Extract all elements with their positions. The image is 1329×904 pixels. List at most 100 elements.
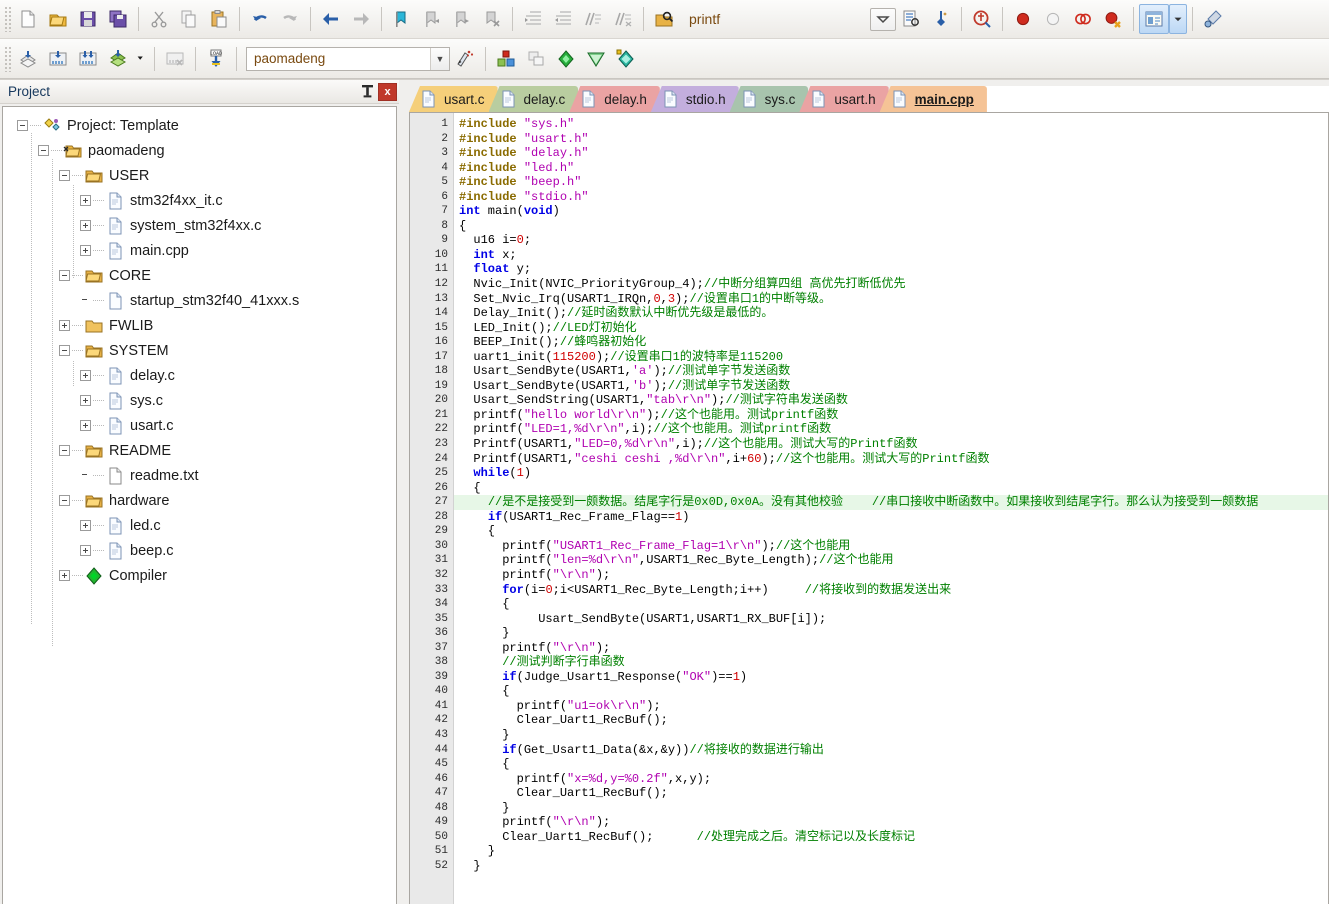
tree-expand-toggle[interactable] (80, 420, 91, 431)
tree-item[interactable]: SYSTEM (3, 338, 396, 363)
manage-run-time-env-button[interactable] (611, 44, 641, 74)
undo-button[interactable] (245, 4, 275, 34)
code-line[interactable]: printf("USART1_Rec_Frame_Flag=1\r\n");//… (454, 539, 1328, 554)
code-line[interactable]: int x; (454, 248, 1328, 263)
breakpoint-insert-button[interactable] (1008, 4, 1038, 34)
tree-item[interactable]: led.c (3, 513, 396, 538)
project-tree-container[interactable]: Project: Template paomadeng USER stm32f4xx_… (2, 106, 397, 904)
tree-expand-toggle[interactable] (80, 395, 91, 406)
find-in-files-button[interactable] (649, 4, 679, 34)
code-line[interactable]: } (454, 859, 1328, 874)
code-line[interactable]: } (454, 728, 1328, 743)
code-line[interactable]: u16 i=0; (454, 233, 1328, 248)
breakpoint-enable-button[interactable] (1038, 4, 1068, 34)
tree-item[interactable]: readme.txt (3, 463, 396, 488)
paste-button[interactable] (204, 4, 234, 34)
download-button[interactable]: LOAD (201, 44, 231, 74)
breakpoint-kill-all-button[interactable] (1098, 4, 1128, 34)
tree-collapse-toggle[interactable] (59, 445, 70, 456)
tree-item[interactable]: Compiler (3, 563, 396, 588)
editor-tab-main-cpp[interactable]: main.cpp (879, 86, 987, 112)
uncomment-button[interactable] (608, 4, 638, 34)
tree-item[interactable]: beep.c (3, 538, 396, 563)
tree-item[interactable]: delay.c (3, 363, 396, 388)
manage-multi-project-button[interactable] (521, 44, 551, 74)
tree-item[interactable]: system_stm32f4xx.c (3, 213, 396, 238)
tree-expand-toggle[interactable] (59, 320, 70, 331)
code-line[interactable]: Delay_Init();//延时函数默认中断优先级是最低的。 (454, 306, 1328, 321)
code-line[interactable]: if(Judge_Usart1_Response("OK")==1) (454, 670, 1328, 685)
code-line[interactable]: uart1_init(115200);//设置串口1的波特率是115200 (454, 350, 1328, 365)
code-line[interactable]: { (454, 757, 1328, 772)
code-line[interactable]: Clear_Uart1_RecBuf(); (454, 786, 1328, 801)
toolbar-grip-icon[interactable] (4, 45, 11, 72)
tree-item[interactable]: stm32f4xx_it.c (3, 188, 396, 213)
code-line[interactable]: } (454, 801, 1328, 816)
code-line[interactable]: printf("LED=1,%d\r\n",i);//这个也能用。测试print… (454, 422, 1328, 437)
code-line[interactable]: #include "sys.h" (454, 117, 1328, 132)
navigate-forward-button[interactable] (346, 4, 376, 34)
batch-build-dropdown-button[interactable] (133, 44, 149, 74)
code-line[interactable]: { (454, 219, 1328, 234)
breakpoint-disable-all-button[interactable] (1068, 4, 1098, 34)
editor-tab-delay-c[interactable]: delay.c (488, 86, 579, 112)
code-line[interactable]: #include "delay.h" (454, 146, 1328, 161)
code-line[interactable]: //测试判断字行串函数 (454, 655, 1328, 670)
copy-button[interactable] (174, 4, 204, 34)
tree-item[interactable]: main.cpp (3, 238, 396, 263)
tree-item[interactable]: sys.c (3, 388, 396, 413)
tree-item[interactable]: FWLIB (3, 313, 396, 338)
tree-expand-toggle[interactable] (80, 245, 91, 256)
tree-expand-toggle[interactable] (80, 195, 91, 206)
code-line[interactable]: #include "usart.h" (454, 132, 1328, 147)
batch-build-button[interactable] (103, 44, 133, 74)
window-layout-button[interactable] (1139, 4, 1170, 34)
code-line[interactable]: Clear_Uart1_RecBuf(); //处理完成之后。清空标记以及长度标… (454, 830, 1328, 845)
code-line[interactable]: printf("u1=ok\r\n"); (454, 699, 1328, 714)
tree-collapse-toggle[interactable] (17, 120, 28, 131)
code-line[interactable]: { (454, 684, 1328, 699)
code-line[interactable]: //是不是接受到一颇数据。结尾字行是0x0D,0x0A。没有其他校验 //串口接… (454, 495, 1328, 510)
code-line[interactable]: Set_Nvic_Irq(USART1_IRQn,0,3);//设置串口1的中断… (454, 292, 1328, 307)
tree-item[interactable]: Project: Template (3, 113, 396, 138)
configure-button[interactable] (1198, 4, 1228, 34)
outdent-button[interactable] (548, 4, 578, 34)
editor-tab-usart-h[interactable]: usart.h (799, 86, 889, 112)
bookmark-prev-button[interactable] (417, 4, 447, 34)
redo-button[interactable] (275, 4, 305, 34)
code-line[interactable]: #include "led.h" (454, 161, 1328, 176)
navigate-back-button[interactable] (316, 4, 346, 34)
comment-button[interactable] (578, 4, 608, 34)
code-line[interactable]: { (454, 524, 1328, 539)
code-line[interactable]: { (454, 597, 1328, 612)
build-button[interactable] (43, 44, 73, 74)
code-line[interactable]: Nvic_Init(NVIC_PriorityGroup_4);//中断分组算四… (454, 277, 1328, 292)
stop-build-button[interactable] (160, 44, 190, 74)
manage-project-items-button[interactable] (491, 44, 521, 74)
tree-collapse-toggle[interactable] (59, 345, 70, 356)
find-combo-dropdown[interactable] (870, 7, 897, 31)
code-line[interactable]: Clear_Uart1_RecBuf(); (454, 713, 1328, 728)
debug-start-button[interactable] (967, 4, 997, 34)
code-line[interactable]: float y; (454, 262, 1328, 277)
pack-installer-button[interactable] (551, 44, 581, 74)
indent-button[interactable] (518, 4, 548, 34)
bookmark-next-button[interactable] (447, 4, 477, 34)
bookmark-toggle-button[interactable] (387, 4, 417, 34)
tree-collapse-toggle[interactable] (59, 170, 70, 181)
tree-collapse-toggle[interactable] (59, 270, 70, 281)
tree-item[interactable]: startup_stm32f40_41xxx.s (3, 288, 396, 313)
close-icon[interactable]: x (378, 82, 397, 101)
code-line[interactable]: Usart_SendByte(USART1,USART1_RX_BUF[i]); (454, 612, 1328, 627)
tree-item[interactable]: hardware (3, 488, 396, 513)
tree-expand-toggle[interactable] (80, 370, 91, 381)
bookmark-clear-button[interactable] (477, 4, 507, 34)
open-file-button[interactable] (43, 4, 73, 34)
target-options-button[interactable] (450, 44, 480, 74)
editor-tab-delay-h[interactable]: delay.h (569, 86, 660, 112)
code-line[interactable]: } (454, 844, 1328, 859)
incremental-find-button[interactable] (926, 4, 956, 34)
editor-tab-sys-c[interactable]: sys.c (729, 86, 809, 112)
save-button[interactable] (73, 4, 103, 34)
code-content[interactable]: #include "sys.h" #include "usart.h" #inclu… (454, 113, 1328, 904)
